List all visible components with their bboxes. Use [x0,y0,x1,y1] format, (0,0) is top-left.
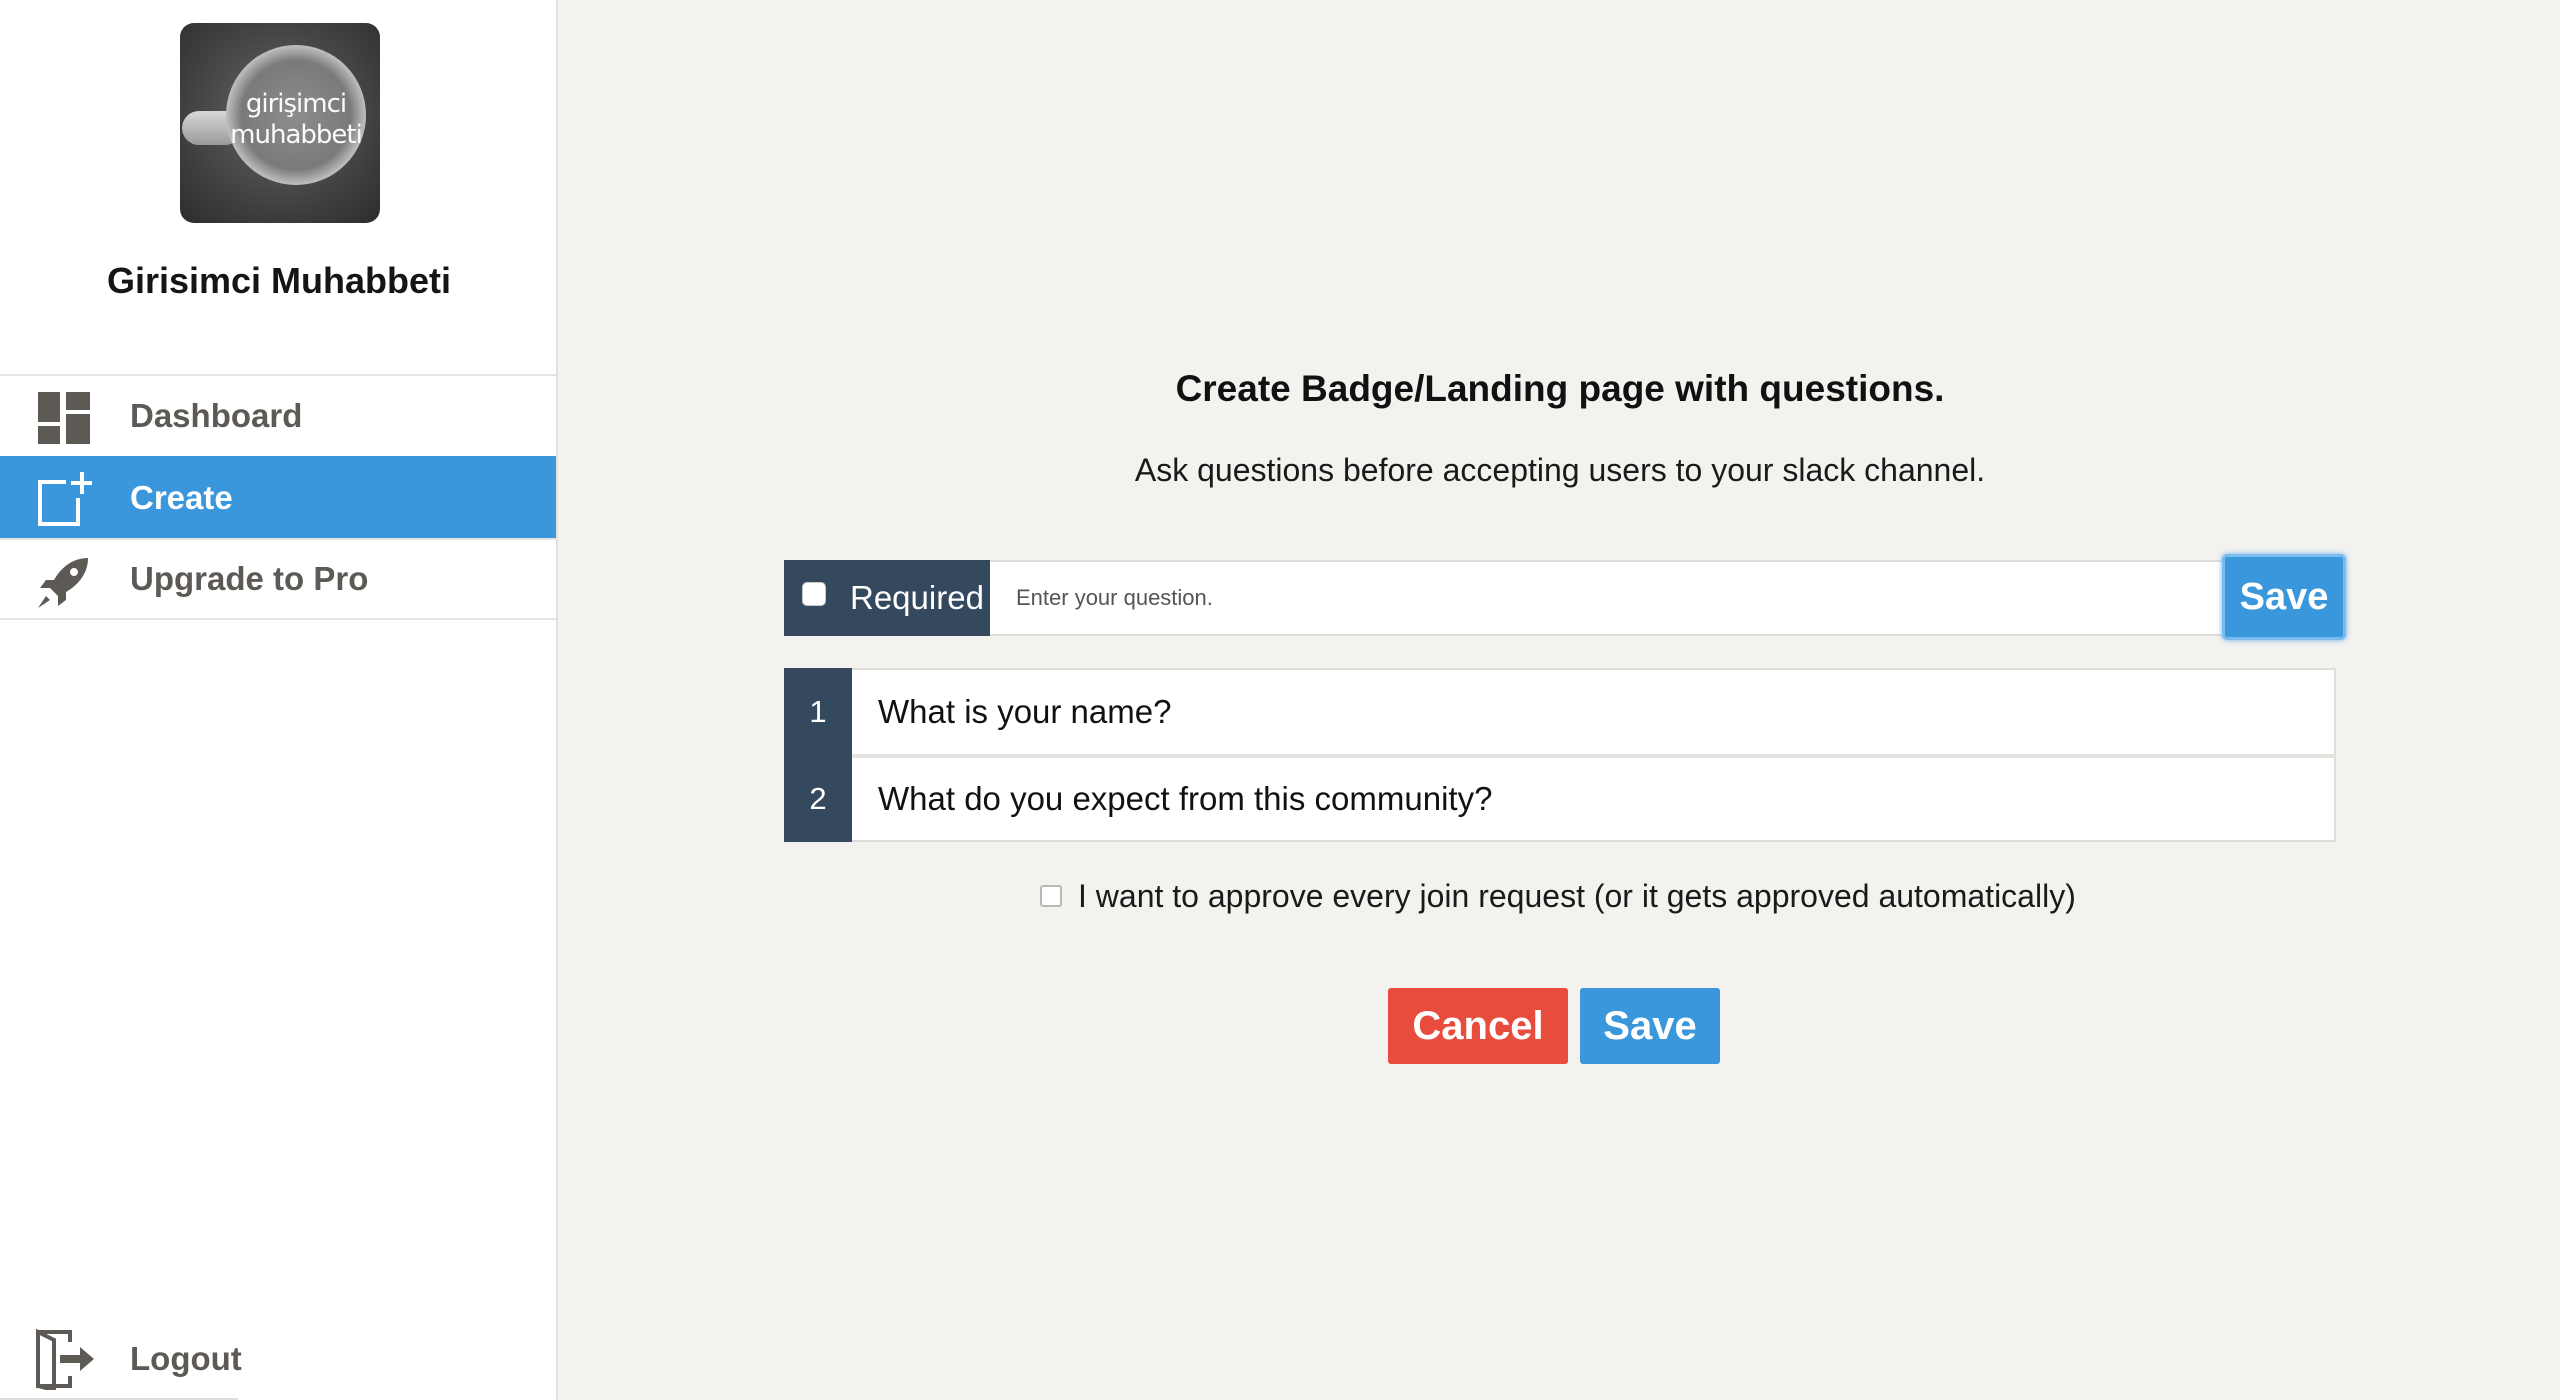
logout-icon [36,1328,94,1390]
logout-button[interactable]: Logout [0,1320,242,1400]
logo-text: girişimci muhabbeti [226,89,366,151]
create-icon [38,472,92,526]
required-checkbox[interactable] [802,582,826,606]
team-logo: girişimci muhabbeti [180,23,380,223]
save-button[interactable]: Save [1580,988,1720,1064]
approve-requests-option[interactable]: I want to approve every join request (or… [1040,874,2076,918]
question-list: 1 What is your name? 2 What do you expec… [784,668,2336,842]
sidebar-item-upgrade[interactable]: Upgrade to Pro [0,538,556,620]
logo-text-line1: girişimci [245,89,347,119]
logout-label: Logout [130,1340,242,1377]
approve-checkbox[interactable] [1040,885,1062,907]
required-toggle[interactable]: Required [784,560,990,636]
sidebar-nav: Dashboard Create Upgrade to Pro [0,374,556,620]
question-text: What is your name? [878,693,1172,730]
cancel-button[interactable]: Cancel [1388,988,1568,1064]
question-input[interactable] [990,562,2340,634]
question-row[interactable]: 2 What do you expect from this community… [784,754,2336,842]
required-label: Required [850,579,984,616]
sidebar-item-create[interactable]: Create [0,456,556,538]
add-question-save-button[interactable]: Save [2222,554,2346,640]
approve-label: I want to approve every join request (or… [1078,877,2076,914]
dashboard-icon [38,392,90,444]
sidebar-item-label: Upgrade to Pro [130,560,369,597]
sidebar-item-label: Create [130,479,233,516]
rocket-icon [38,558,88,608]
question-text: What do you expect from this community? [878,780,1493,817]
sidebar: girişimci muhabbeti Girisimci Muhabbeti … [0,0,558,1400]
team-name: Girisimci Muhabbeti [106,260,452,301]
page-title: Create Badge/Landing page with questions… [1175,368,1945,409]
sidebar-item-dashboard[interactable]: Dashboard [0,374,556,456]
question-row[interactable]: 1 What is your name? [784,668,2336,756]
app-root: girişimci muhabbeti Girisimci Muhabbeti … [0,0,2560,1400]
question-entry-bar: Required Save [784,554,2346,640]
page-subtitle: Ask questions before accepting users to … [1134,452,1986,488]
question-number: 1 [784,668,852,756]
sidebar-item-label: Dashboard [130,397,303,434]
question-number: 2 [784,756,852,842]
logo-text-line2: muhabbeti [230,120,363,150]
